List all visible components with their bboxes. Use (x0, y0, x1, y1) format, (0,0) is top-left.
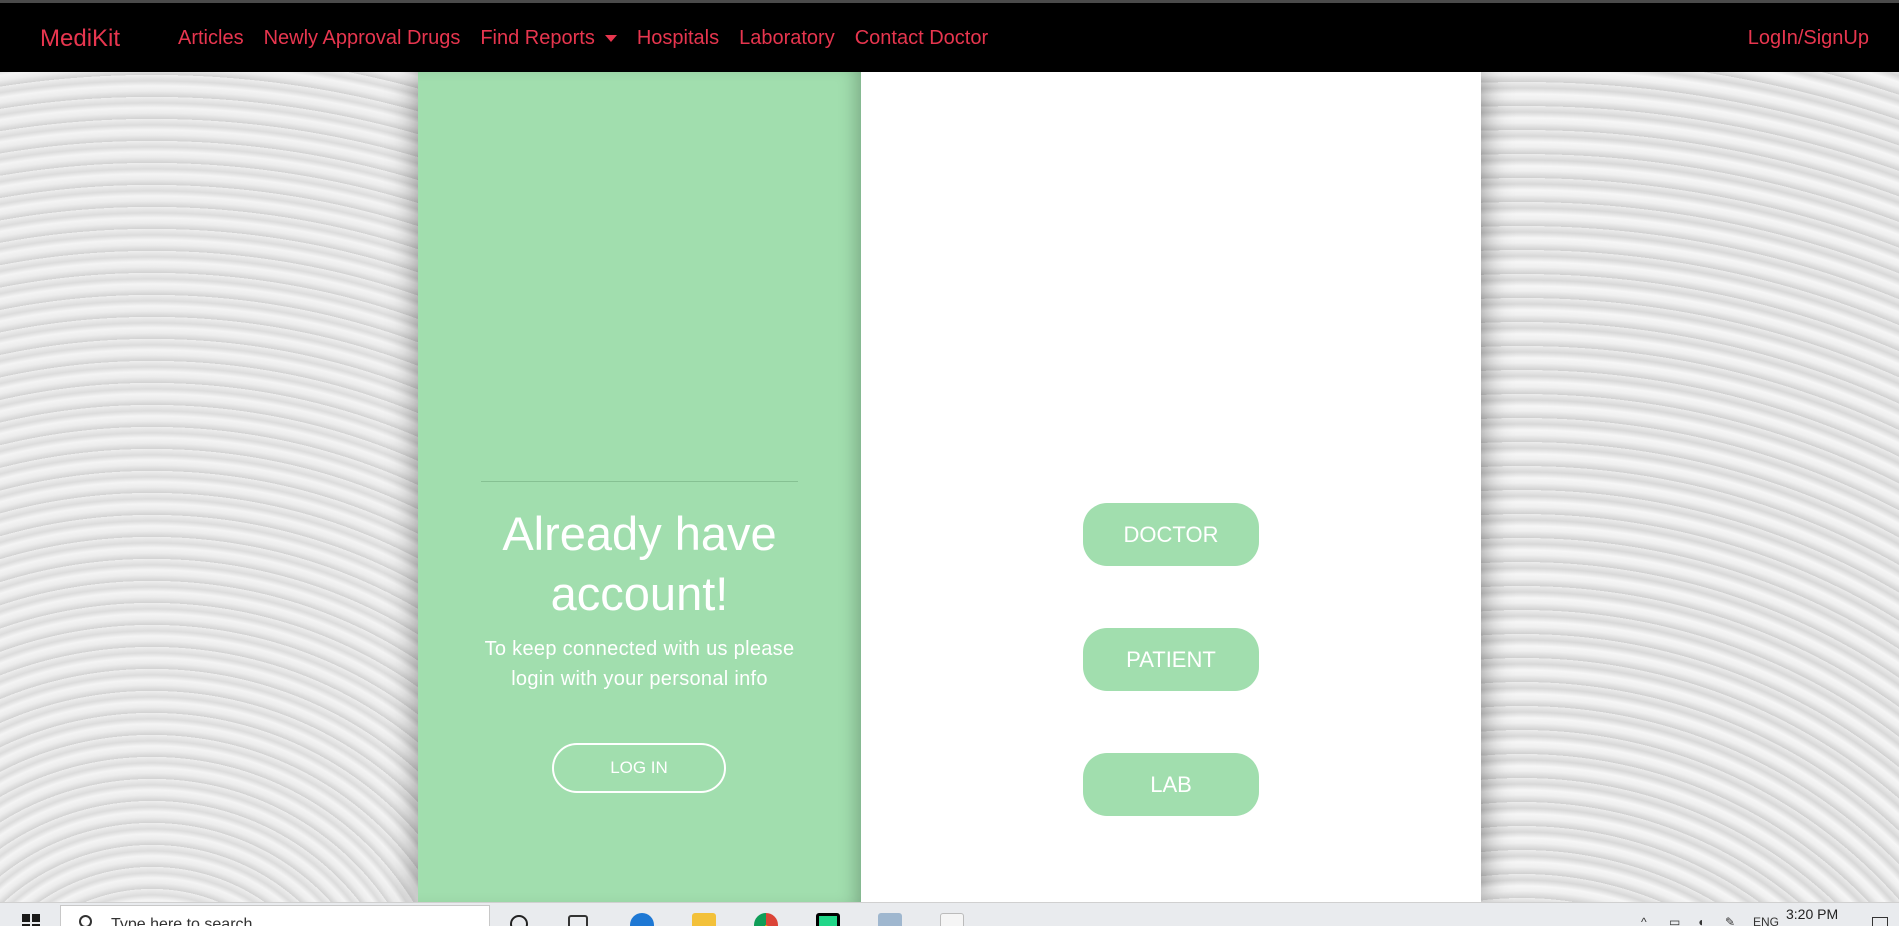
nav-link-laboratory[interactable]: Laboratory (739, 27, 835, 50)
overlay-panel: Already have account! To keep connected … (418, 72, 861, 902)
background-texture (1480, 72, 1899, 902)
app-icon[interactable] (878, 913, 902, 926)
taskbar-clock[interactable]: 3:20 PM (1786, 906, 1838, 922)
nav-links: Articles Newly Approval Drugs Find Repor… (178, 27, 988, 50)
overlay-subtext: To keep connected with us please login w… (484, 638, 795, 690)
top-navbar: MediKit Articles Newly Approval Drugs Fi… (0, 0, 1899, 72)
system-tray: ^ ▭ ◖ ✎ ENG (1641, 915, 1779, 926)
pen-icon[interactable]: ✎ (1725, 915, 1739, 926)
caret-down-icon (604, 35, 617, 42)
doctor-button[interactable]: DOCTOR (1083, 503, 1259, 566)
nav-link-articles[interactable]: Articles (178, 27, 244, 50)
nav-link-hospitals[interactable]: Hospitals (637, 27, 719, 50)
chevron-up-icon[interactable]: ^ (1641, 915, 1655, 926)
cortana-icon[interactable] (510, 915, 528, 926)
nav-link-contact-doctor[interactable]: Contact Doctor (855, 27, 988, 50)
task-view-icon[interactable] (568, 915, 588, 926)
language-indicator[interactable]: ENG (1753, 915, 1779, 926)
taskbar-search-placeholder: Type here to search (111, 916, 253, 926)
role-select-panel: DOCTOR PATIENT LAB (861, 72, 1481, 902)
login-signup-link[interactable]: LogIn/SignUp (1748, 27, 1869, 50)
windows-start-icon[interactable] (22, 914, 40, 926)
divider (481, 481, 798, 482)
pycharm-icon[interactable] (816, 913, 840, 926)
overlay-heading: Already have account! (418, 504, 861, 624)
auth-container: Already have account! To keep connected … (418, 72, 1481, 902)
lab-button[interactable]: LAB (1083, 753, 1259, 816)
edge-browser-icon[interactable] (630, 913, 654, 926)
heading-line-1: Already have (502, 507, 777, 560)
notification-icon[interactable] (1872, 917, 1888, 926)
brand-logo[interactable]: MediKit (40, 25, 120, 53)
document-icon[interactable] (940, 913, 964, 926)
nav-dropdown-find-reports[interactable]: Find Reports (480, 27, 617, 50)
chrome-icon[interactable] (754, 913, 778, 926)
network-icon[interactable]: ▭ (1669, 915, 1683, 926)
heading-line-2: account! (550, 567, 729, 620)
nav-dropdown-label: Find Reports (480, 27, 595, 49)
file-explorer-icon[interactable] (692, 913, 716, 926)
search-icon (79, 915, 92, 926)
taskbar-search-box[interactable]: Type here to search (60, 905, 490, 926)
volume-icon[interactable]: ◖ (1697, 915, 1711, 926)
patient-button[interactable]: PATIENT (1083, 628, 1259, 691)
nav-link-newly-approval-drugs[interactable]: Newly Approval Drugs (264, 27, 461, 50)
log-in-button[interactable]: LOG IN (552, 743, 726, 793)
windows-taskbar: Type here to search ^ ▭ ◖ ✎ ENG 3:20 PM (0, 902, 1899, 926)
